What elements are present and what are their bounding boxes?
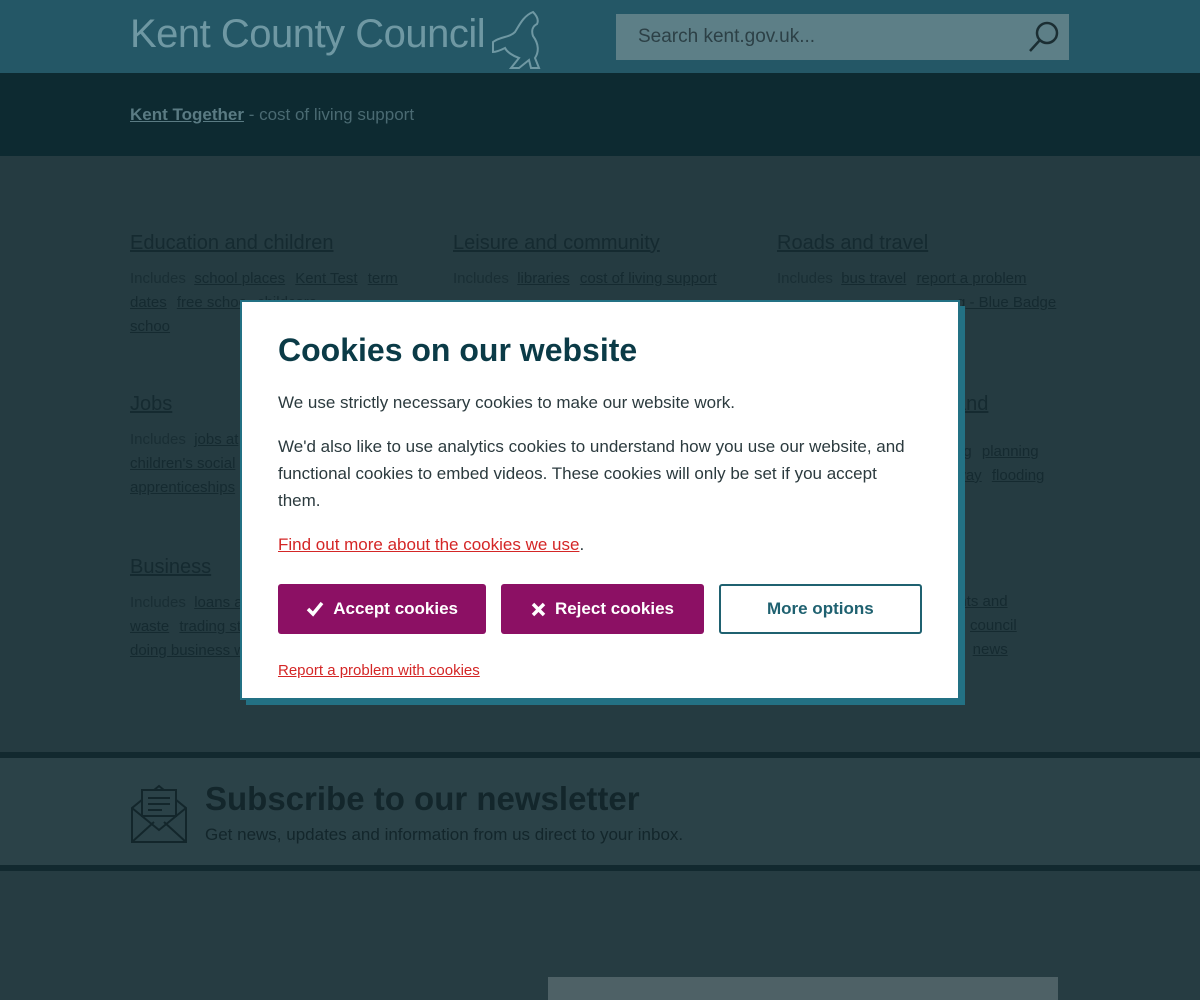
cookie-info-link[interactable]: Find out more about the cookies we use [278, 535, 579, 554]
invicta-horse-icon [492, 10, 541, 69]
newsletter-text: Get news, updates and information from u… [205, 825, 684, 844]
logo[interactable]: Kent County Council [130, 12, 486, 57]
search-box [616, 14, 1069, 60]
newsletter-title[interactable]: Subscribe to our newsletter [205, 780, 640, 818]
cookie-text-1: We use strictly necessary cookies to mak… [278, 393, 735, 412]
category-link[interactable]: loans a [194, 594, 242, 611]
newsletter-section: Subscribe to our newsletter Get news, up… [0, 752, 1200, 871]
category-link[interactable]: bus travel [841, 270, 906, 287]
banner: Kent Together - cost of living support [0, 73, 1200, 156]
category-link[interactable]: jobs at [194, 431, 238, 448]
check-icon [307, 601, 324, 617]
promo-image [548, 977, 1058, 1000]
close-icon [531, 602, 546, 616]
includes-label: Includes [130, 594, 186, 611]
site-header: Kent County Council [0, 0, 1200, 73]
category-link[interactable]: children's social [130, 455, 235, 472]
includes-label: Includes [130, 431, 186, 448]
cookie-dialog: Cookies on our website We use strictly n… [240, 300, 960, 700]
category-link[interactable]: apprenticeships [130, 479, 235, 496]
category-title[interactable]: Education and children [130, 232, 430, 255]
category-link[interactable]: school places [194, 270, 285, 287]
category-link[interactable]: free schoo [177, 294, 247, 311]
category-link[interactable]: Kent Test [295, 270, 357, 287]
category-link[interactable]: planning [982, 443, 1039, 460]
cookie-title: Cookies on our website [278, 332, 638, 368]
category-title[interactable]: Roads and travel [777, 232, 1077, 255]
kent-together-link[interactable]: Kent Together [130, 105, 244, 124]
report-problem-link[interactable]: Report a problem with cookies [278, 662, 480, 679]
category-link[interactable]: schoo [130, 318, 170, 335]
reject-label: Reject cookies [554, 599, 675, 618]
banner-text: - cost of living support [243, 105, 415, 124]
category-link[interactable]: g - Blue Badge [957, 294, 1056, 311]
more-options-button[interactable]: More options [718, 584, 922, 634]
category-link[interactable]: flooding [992, 467, 1045, 484]
includes-label: Includes [453, 270, 509, 287]
category-leisure: Leisure and community Includes libraries… [453, 232, 753, 291]
category-link[interactable]: report a problem [916, 270, 1026, 287]
includes-label: Includes [777, 270, 833, 287]
search-icon[interactable] [1027, 20, 1061, 54]
category-planning: and ng planningway flooding [955, 393, 1075, 488]
category-title[interactable]: and [955, 393, 1075, 416]
category-link[interactable]: council [970, 617, 1017, 634]
accept-cookies-button[interactable]: Accept cookies [278, 584, 487, 634]
envelope-icon [131, 784, 187, 843]
category-link[interactable]: libraries [517, 270, 570, 287]
period: . [579, 535, 585, 554]
includes-label: Includes [130, 270, 186, 287]
category-link[interactable]: doing business w [130, 642, 245, 659]
category-link[interactable]: cost of living support [580, 270, 717, 287]
category-link[interactable]: trading st [179, 618, 241, 635]
reject-cookies-button[interactable]: Reject cookies [501, 584, 704, 634]
category-link[interactable]: news [973, 641, 1008, 658]
category-link[interactable]: waste [130, 618, 169, 635]
category-title[interactable]: Leisure and community [453, 232, 753, 255]
accept-label: Accept cookies [333, 599, 459, 618]
search-input[interactable] [616, 14, 1016, 60]
category-council: ints andcouncils news [955, 590, 1075, 662]
cookie-text-2: We'd also like to use analytics cookies … [278, 437, 905, 510]
